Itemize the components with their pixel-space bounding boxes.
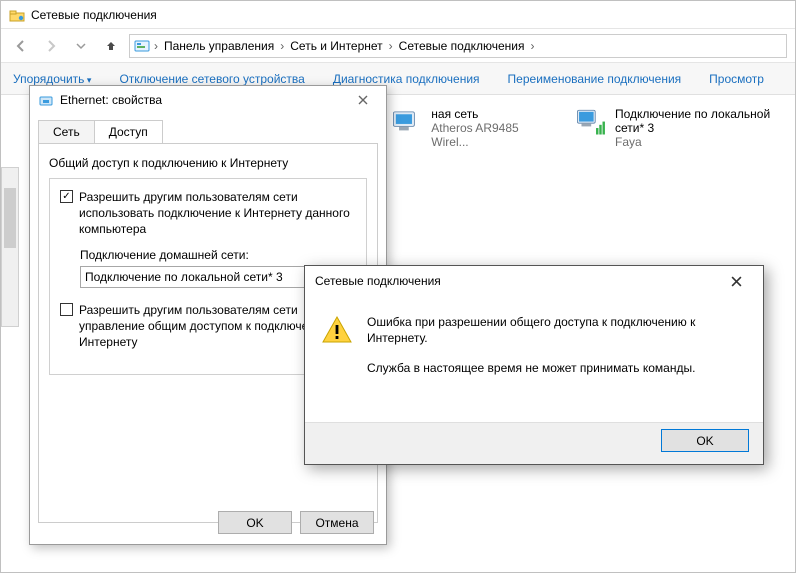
ok-button[interactable]: OK	[661, 429, 749, 452]
breadcrumb-item[interactable]: Сетевые подключения	[397, 39, 527, 53]
chevron-right-icon: ›	[530, 39, 534, 53]
dialog-titlebar[interactable]: Ethernet: свойства	[30, 86, 386, 114]
tab-access[interactable]: Доступ	[94, 120, 163, 143]
error-text-1: Ошибка при разрешении общего доступа к п…	[367, 314, 747, 346]
window-titlebar: Сетевые подключения	[1, 1, 795, 29]
cancel-label: Отмена	[315, 516, 358, 530]
control-panel-icon	[134, 38, 150, 54]
up-button[interactable]	[99, 34, 123, 58]
close-button[interactable]	[719, 269, 753, 293]
disable-device-button[interactable]: Отключение сетевого устройства	[119, 72, 304, 86]
chevron-right-icon: ›	[154, 39, 158, 53]
error-messagebox: Сетевые подключения Ошибка при разрешени…	[304, 265, 764, 465]
cancel-button[interactable]: Отмена	[300, 511, 374, 534]
diagnose-button[interactable]: Диагностика подключения	[333, 72, 480, 86]
group-label: Общий доступ к подключению к Интернету	[49, 156, 367, 170]
home-network-combo[interactable]: Подключение по локальной сети* 3 ▾	[80, 266, 340, 288]
connection-item[interactable]: ная сеть Atheros AR9485 Wirel...	[391, 107, 535, 149]
warning-icon	[321, 314, 353, 346]
lan-adapter-icon	[575, 107, 607, 143]
messagebox-title: Сетевые подключения	[315, 274, 441, 288]
chevron-right-icon: ›	[389, 39, 393, 53]
recent-dropdown[interactable]	[69, 34, 93, 58]
organize-menu[interactable]: Упорядочить	[13, 72, 91, 86]
connection-device: Faya	[615, 135, 775, 149]
scrollbar[interactable]	[1, 167, 19, 327]
breadcrumb-item[interactable]: Панель управления	[162, 39, 276, 53]
window-title: Сетевые подключения	[31, 8, 157, 22]
breadcrumb-item[interactable]: Сеть и Интернет	[288, 39, 384, 53]
ok-label: OK	[246, 516, 263, 530]
network-folder-icon	[9, 7, 25, 23]
dialog-title: Ethernet: свойства	[60, 93, 162, 107]
navigation-bar: › Панель управления › Сеть и Интернет › …	[1, 29, 795, 63]
allow-sharing-checkbox[interactable]	[60, 190, 73, 203]
view-button[interactable]: Просмотр	[709, 72, 764, 86]
chevron-right-icon: ›	[280, 39, 284, 53]
tab-strip: Сеть Доступ	[30, 114, 386, 143]
connection-name: Подключение по локальной сети* 3	[615, 107, 775, 135]
allow-control-checkbox[interactable]	[60, 303, 73, 316]
scrollbar-thumb[interactable]	[4, 188, 16, 248]
wifi-adapter-icon	[391, 107, 423, 143]
combo-value: Подключение по локальной сети* 3	[85, 270, 283, 284]
ok-label: OK	[696, 434, 713, 448]
messagebox-titlebar[interactable]: Сетевые подключения	[305, 266, 763, 296]
home-network-label: Подключение домашней сети:	[80, 248, 356, 262]
ethernet-icon	[38, 92, 54, 108]
rename-button[interactable]: Переименование подключения	[508, 72, 682, 86]
breadcrumb[interactable]: › Панель управления › Сеть и Интернет › …	[129, 34, 787, 58]
connection-device: Atheros AR9485 Wirel...	[431, 121, 534, 149]
forward-button[interactable]	[39, 34, 63, 58]
connection-name: ная сеть	[431, 107, 534, 121]
ok-button[interactable]: OK	[218, 511, 292, 534]
back-button[interactable]	[9, 34, 33, 58]
error-text-2: Служба в настоящее время не может приним…	[367, 360, 747, 376]
close-button[interactable]	[348, 89, 378, 111]
allow-sharing-label: Разрешить другим пользователям сети испо…	[79, 189, 356, 238]
tab-network[interactable]: Сеть	[38, 120, 95, 143]
connection-item[interactable]: Подключение по локальной сети* 3 Faya	[575, 107, 775, 149]
